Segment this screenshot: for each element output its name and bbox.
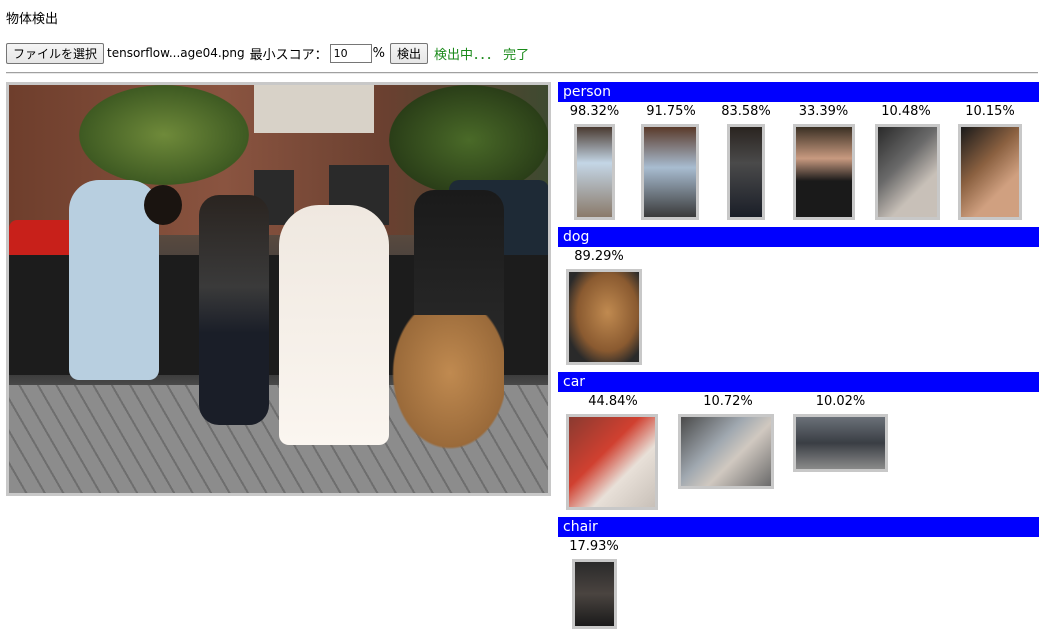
category-header: car <box>558 372 1039 392</box>
detection-score: 10.48% <box>881 104 931 119</box>
detection-score: 98.32% <box>569 104 620 119</box>
category-car: car 44.84% 10.72% 10.02% <box>558 372 1039 512</box>
min-score-label: 最小スコア： <box>249 47 328 63</box>
category-header: person <box>558 82 1039 102</box>
tree <box>79 85 249 185</box>
detect-button[interactable]: 検出 <box>389 42 428 64</box>
detection-item: 10.72% <box>668 393 788 411</box>
detection-score: 44.84% <box>588 394 638 409</box>
page-title: 物体検出 <box>6 12 59 27</box>
detection-item: 98.32% <box>558 103 631 121</box>
detection-score: 91.75% <box>646 104 696 119</box>
category-person: person 98.32% 91.75% 83.58% 33.39% 10.48… <box>558 82 1039 222</box>
source-photo <box>6 82 551 496</box>
detection-score: 10.72% <box>703 394 753 409</box>
divider <box>6 72 1038 74</box>
detection-thumbnail <box>566 269 642 365</box>
detection-score: 89.29% <box>574 249 624 264</box>
toolbar: ファイルを選択 tensorflow...age04.png 最小スコア： % … <box>6 42 529 64</box>
category-dog: dog 89.29% <box>558 227 1039 367</box>
detection-item: 10.48% <box>866 103 946 121</box>
detection-thumbnail <box>793 124 855 220</box>
window <box>254 85 374 133</box>
detection-thumbnail <box>678 414 774 489</box>
detection-item: 33.39% <box>781 103 866 121</box>
head <box>144 185 182 225</box>
detection-item: 91.75% <box>631 103 711 121</box>
category-header: chair <box>558 517 1039 537</box>
detection-score: 33.39% <box>798 104 849 119</box>
percent-label: % <box>372 45 385 61</box>
person-2 <box>199 195 269 425</box>
detection-score: 10.02% <box>815 394 866 409</box>
detection-thumbnail <box>727 124 765 220</box>
detection-score: 17.93% <box>569 539 619 554</box>
detection-thumbnail <box>572 559 617 629</box>
min-score-input[interactable] <box>329 43 372 63</box>
category-header: dog <box>558 227 1039 247</box>
detection-item: 44.84% <box>558 393 668 411</box>
detection-thumbnail <box>875 124 940 220</box>
detection-thumbnail <box>958 124 1022 220</box>
person-3 <box>279 205 389 445</box>
selected-file-name: tensorflow...age04.png <box>107 46 245 60</box>
detection-thumbnail <box>574 124 615 220</box>
detection-item: 17.93% <box>558 538 630 556</box>
detection-thumbnail <box>641 124 699 220</box>
detection-score: 83.58% <box>721 104 771 119</box>
detection-item: 10.15% <box>946 103 1034 121</box>
detection-thumbnail <box>566 414 658 510</box>
status-text: 検出中．．． 完了 <box>433 47 530 63</box>
detection-thumbnail <box>793 414 888 472</box>
dog <box>384 315 504 460</box>
detection-item: 89.29% <box>558 248 640 266</box>
detection-score: 10.15% <box>965 104 1015 119</box>
choose-file-button[interactable]: ファイルを選択 <box>6 42 105 64</box>
category-chair: chair 17.93% <box>558 517 1039 629</box>
tree <box>389 85 548 195</box>
detection-item: 83.58% <box>711 103 781 121</box>
detection-item: 10.02% <box>788 393 893 411</box>
